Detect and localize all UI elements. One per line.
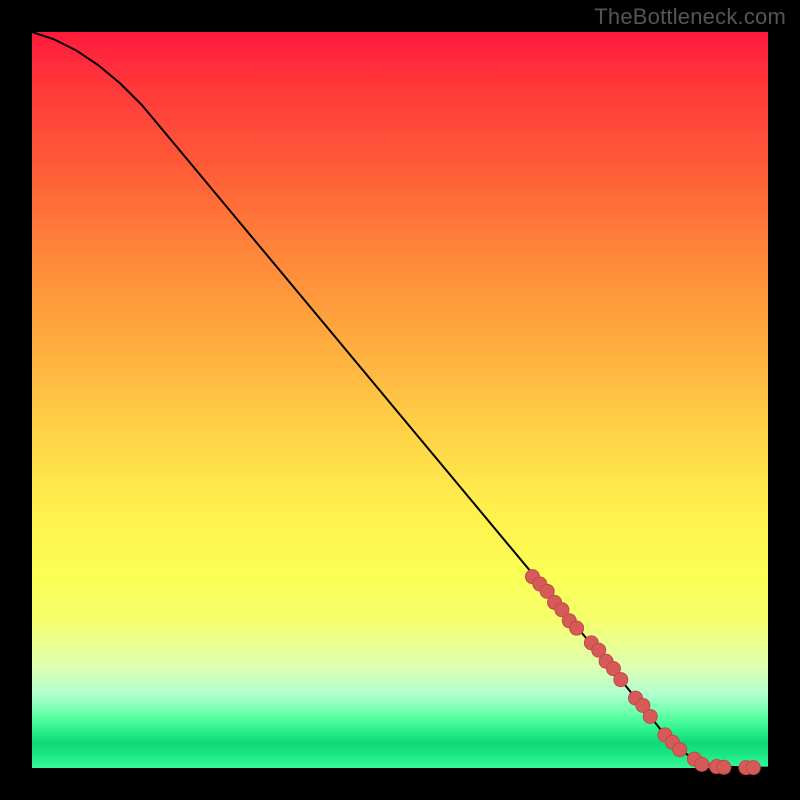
data-point [673, 743, 687, 757]
watermark-text: TheBottleneck.com [594, 4, 786, 30]
chart-frame: TheBottleneck.com [0, 0, 800, 800]
plot-svg [32, 32, 768, 768]
data-point [643, 709, 657, 723]
plot-area [32, 32, 768, 768]
data-point [746, 761, 760, 775]
data-point [695, 757, 709, 771]
main-curve [32, 32, 768, 768]
data-point [614, 673, 628, 687]
marker-group [525, 570, 760, 775]
data-point [717, 760, 731, 774]
data-point [570, 621, 584, 635]
